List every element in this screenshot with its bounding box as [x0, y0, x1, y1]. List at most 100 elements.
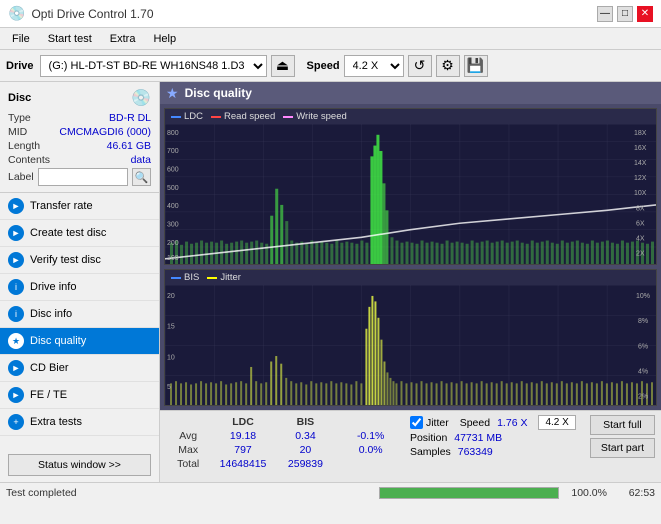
svg-text:500: 500	[167, 183, 179, 192]
avg-label: Avg	[168, 429, 208, 443]
disc-title: Disc	[8, 92, 31, 104]
settings-button[interactable]: ⚙	[436, 55, 460, 77]
samples-label: Samples	[410, 446, 451, 458]
svg-text:700: 700	[167, 146, 179, 155]
nav-label-transfer-rate: Transfer rate	[30, 200, 93, 212]
type-label: Type	[8, 112, 31, 124]
lower-chart-area: 20 15 10 5 10% 8% 6% 4% 2% 0.05.010.015.…	[165, 285, 656, 405]
disc-quality-icon: ★	[8, 333, 24, 349]
max-ldc: 797	[208, 443, 277, 457]
start-part-button[interactable]: Start part	[590, 438, 655, 458]
lower-chart-svg: 20 15 10 5 10% 8% 6% 4% 2%	[165, 285, 656, 405]
title-bar: 💿 Opti Drive Control 1.70 — □ ✕	[0, 0, 661, 28]
status-text: Test completed	[6, 487, 371, 499]
nav-item-cd-bier[interactable]: ► CD Bier	[0, 355, 159, 382]
nav-item-extra-tests[interactable]: + Extra tests	[0, 409, 159, 436]
fe-te-icon: ►	[8, 387, 24, 403]
drive-select[interactable]: (G:) HL-DT-ST BD-RE WH16NS48 1.D3	[40, 55, 267, 77]
nav-item-drive-info[interactable]: i Drive info	[0, 274, 159, 301]
nav-item-fe-te[interactable]: ► FE / TE	[0, 382, 159, 409]
maximize-button[interactable]: □	[617, 6, 633, 22]
label-edit-button[interactable]: 🔍	[132, 168, 151, 186]
nav-item-disc-quality[interactable]: ★ Disc quality	[0, 328, 159, 355]
col-ldc: LDC	[208, 415, 277, 429]
svg-text:14X: 14X	[634, 158, 647, 167]
bis-color	[171, 277, 181, 279]
time-text: 62:53	[615, 487, 655, 499]
label-input[interactable]	[38, 168, 128, 186]
position-value: 47731 MB	[454, 432, 502, 444]
label-label: Label	[8, 171, 34, 183]
mid-value: CMCMAGDI6 (000)	[59, 126, 151, 138]
bis-label: BIS	[184, 272, 199, 283]
nav-item-transfer-rate[interactable]: ► Transfer rate	[0, 193, 159, 220]
svg-text:16X: 16X	[634, 143, 647, 152]
jitter-checkbox[interactable]	[410, 416, 423, 429]
legend-write-speed: Write speed	[283, 111, 347, 122]
avg-jitter: -0.1%	[347, 429, 394, 443]
nav-item-verify-test-disc[interactable]: ► Verify test disc	[0, 247, 159, 274]
max-bis: 20	[278, 443, 334, 457]
svg-text:10: 10	[167, 352, 175, 361]
menu-start-test[interactable]: Start test	[40, 31, 100, 47]
main-layout: Disc 💿 Type BD-R DL MID CMCMAGDI6 (000) …	[0, 82, 661, 482]
contents-label: Contents	[8, 154, 50, 166]
svg-text:4%: 4%	[638, 366, 649, 375]
cd-bier-icon: ►	[8, 360, 24, 376]
app-title: Opti Drive Control 1.70	[31, 7, 153, 21]
content-area: ★ Disc quality LDC Read speed	[160, 82, 661, 482]
sidebar-nav: ► Transfer rate ► Create test disc ► Ver…	[0, 193, 159, 448]
close-button[interactable]: ✕	[637, 6, 653, 22]
jitter-check-label: Jitter	[426, 417, 449, 429]
speed-select[interactable]: 4.2 X	[344, 55, 404, 77]
speed-label-stats: Speed	[460, 417, 490, 429]
svg-text:10%: 10%	[636, 291, 650, 300]
svg-text:20: 20	[167, 291, 175, 300]
max-label: Max	[168, 443, 208, 457]
progress-bar	[379, 487, 559, 499]
lower-chart-legend: BIS Jitter	[165, 270, 656, 285]
legend-ldc: LDC	[171, 111, 203, 122]
total-bis: 259839	[278, 457, 334, 471]
eject-button[interactable]: ⏏	[271, 55, 295, 77]
legend-read-speed: Read speed	[211, 111, 275, 122]
stats-left: LDC BIS Avg 19.18 0.34 -0.1% Max	[160, 411, 402, 482]
svg-text:12X: 12X	[634, 173, 647, 182]
nav-item-disc-info[interactable]: i Disc info	[0, 301, 159, 328]
progress-bar-fill	[380, 488, 558, 498]
menu-file[interactable]: File	[4, 31, 38, 47]
chart-container: LDC Read speed Write speed	[160, 104, 661, 410]
svg-text:15: 15	[167, 322, 175, 331]
mid-label: MID	[8, 126, 27, 138]
max-jitter: 0.0%	[347, 443, 394, 457]
status-window-button[interactable]: Status window >>	[8, 454, 151, 476]
drive-info-icon: i	[8, 279, 24, 295]
nav-label-cd-bier: CD Bier	[30, 362, 69, 374]
svg-text:6%: 6%	[638, 341, 649, 350]
svg-text:800: 800	[167, 128, 179, 137]
minimize-button[interactable]: —	[597, 6, 613, 22]
lower-chart: BIS Jitter	[164, 269, 657, 406]
svg-text:4X: 4X	[636, 233, 645, 242]
samples-row: Samples 763349	[410, 446, 576, 458]
upper-chart: LDC Read speed Write speed	[164, 108, 657, 265]
legend-bis: BIS	[171, 272, 199, 283]
start-buttons: Start full Start part	[584, 411, 661, 482]
nav-item-create-test-disc[interactable]: ► Create test disc	[0, 220, 159, 247]
menu-help[interactable]: Help	[145, 31, 184, 47]
refresh-button[interactable]: ↺	[408, 55, 432, 77]
total-ldc: 14648415	[208, 457, 277, 471]
start-full-button[interactable]: Start full	[590, 415, 655, 435]
position-label: Position	[410, 432, 447, 444]
jitter-check-row: Jitter Speed 1.76 X 4.2 X	[410, 415, 576, 430]
ldc-label: LDC	[184, 111, 203, 122]
transfer-rate-icon: ►	[8, 198, 24, 214]
disc-info-icon: i	[8, 306, 24, 322]
save-button[interactable]: 💾	[464, 55, 488, 77]
nav-label-extra-tests: Extra tests	[30, 416, 82, 428]
svg-text:600: 600	[167, 164, 179, 173]
jitter-color	[207, 277, 217, 279]
menu-extra[interactable]: Extra	[102, 31, 144, 47]
write-speed-color	[283, 116, 293, 118]
contents-value: data	[131, 154, 151, 166]
